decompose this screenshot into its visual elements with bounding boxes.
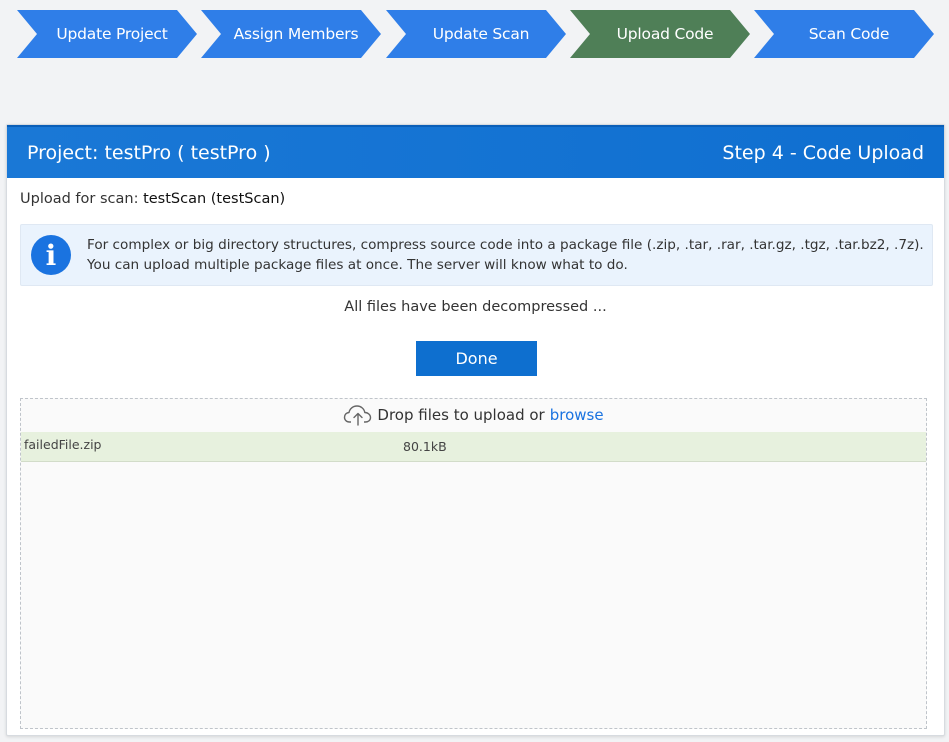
step-label: Scan Code [808,25,890,43]
info-text-line-1: For complex or big directory structures,… [87,237,924,253]
info-text: For complex or big directory structures,… [87,235,924,275]
file-row: failedFile.zip 80.1kB [21,432,926,462]
step-upload-code[interactable]: Upload Code [570,10,750,58]
cloud-upload-icon [344,405,372,426]
drop-prompt: Drop files to upload or browse [21,403,926,427]
step-scan-code[interactable]: Scan Code [754,10,934,58]
step-label: Update Project [56,25,168,43]
browse-link[interactable]: browse [550,406,604,424]
panel-title: Project: testPro ( testPro ) [27,141,271,164]
file-name: failedFile.zip [24,437,102,452]
step-label: Upload Code [616,25,714,43]
upload-for-label: Upload for scan: [20,191,139,207]
step-assign-members[interactable]: Assign Members [201,10,381,58]
decompress-status: All files have been decompressed ... [344,299,607,315]
panel-header: Project: testPro ( testPro ) Step 4 - Co… [7,125,944,178]
info-circle-icon: i [31,235,71,275]
info-message: i For complex or big directory structure… [20,224,933,286]
file-dropzone[interactable]: Drop files to upload or browse failedFil… [20,398,927,729]
panel-step-label: Step 4 - Code Upload [722,141,924,164]
file-size: 80.1kB [403,439,447,454]
info-text-line-2: You can upload multiple package files at… [87,257,628,273]
drop-prompt-text: Drop files to upload or [377,406,545,424]
step-update-project[interactable]: Update Project [17,10,197,58]
step-label: Assign Members [233,25,359,43]
scan-name: testScan (testScan) [143,191,286,207]
wizard-steps: Update Project Assign Members Update Sca… [0,0,949,70]
step-update-scan[interactable]: Update Scan [386,10,566,58]
done-button[interactable]: Done [416,341,537,376]
code-upload-panel: Project: testPro ( testPro ) Step 4 - Co… [6,124,945,736]
step-label: Update Scan [432,25,530,43]
upload-for-scan: Upload for scan: testScan (testScan) [20,191,285,207]
